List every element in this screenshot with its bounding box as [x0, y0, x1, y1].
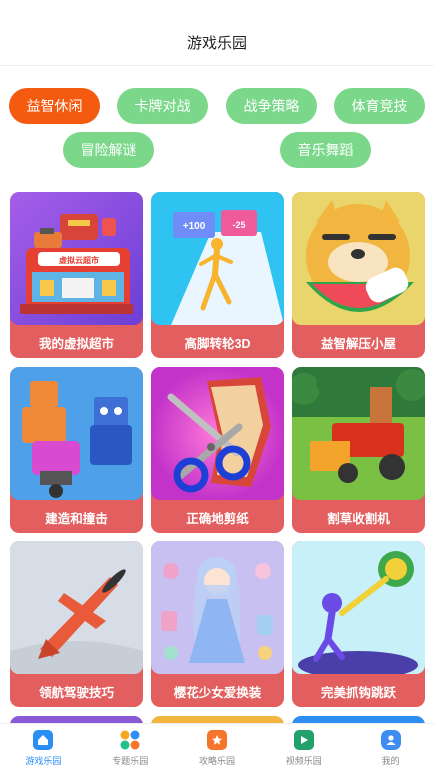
- harvester-icon: [292, 367, 425, 500]
- tab-videos[interactable]: 视频乐园: [260, 724, 347, 773]
- supermarket-sign-text: 虚拟云超市: [59, 255, 99, 265]
- gate-left-text: +100: [183, 221, 206, 232]
- game-title: 建造和撞击: [45, 512, 108, 526]
- game-title: 高脚转轮3D: [184, 337, 251, 351]
- page-title: 游戏乐园: [186, 35, 247, 52]
- dog-watermelon-icon: [292, 192, 425, 325]
- app: 游戏乐园 益智休闲 卡牌对战 战争策略 体育竞技 冒险解谜 音乐舞蹈 虚拟云超市: [0, 0, 434, 773]
- game-card-supermarket[interactable]: 虚拟云超市 我的虚拟超市: [10, 192, 143, 358]
- star-icon: [206, 730, 227, 750]
- play-icon: [293, 730, 314, 750]
- game-card-robots[interactable]: 建造和撞击: [10, 367, 143, 533]
- game-card-runner[interactable]: +100 -25 高脚转轮3D: [151, 192, 284, 358]
- grid-icon: [120, 730, 140, 750]
- tab-topics[interactable]: 专题乐园: [87, 724, 174, 773]
- category-chip-puzzle[interactable]: 益智休闲: [9, 88, 100, 124]
- category-chips: 益智休闲 卡牌对战 战争策略 体育竞技 冒险解谜 音乐舞蹈: [0, 66, 434, 182]
- dress-up-girl-icon: [151, 541, 284, 674]
- game-title: 领航驾驶技巧: [38, 686, 114, 700]
- game-card-grapple[interactable]: 完美抓钩跳跃: [292, 541, 425, 707]
- game-title: 樱花少女爱换装: [173, 686, 262, 700]
- scissors-icon: [151, 367, 284, 500]
- profile-icon: [380, 730, 401, 750]
- category-chip-adventure[interactable]: 冒险解谜: [63, 132, 154, 168]
- game-card-airplane[interactable]: 领航驾驶技巧: [10, 541, 143, 707]
- home-icon: [33, 730, 54, 750]
- tab-guides[interactable]: 攻略乐园: [174, 724, 261, 773]
- tab-game-park[interactable]: 游戏乐园: [0, 724, 87, 773]
- game-title: 完美抓钩跳跃: [320, 686, 396, 700]
- tab-label: 游戏乐园: [25, 756, 62, 766]
- game-title: 我的虚拟超市: [38, 337, 114, 351]
- game-title: 益智解压小屋: [320, 337, 396, 351]
- category-chip-sports[interactable]: 体育竞技: [334, 88, 425, 124]
- tab-label: 我的: [381, 756, 400, 766]
- tab-label: 攻略乐园: [198, 756, 235, 766]
- tab-profile[interactable]: 我的: [347, 724, 434, 773]
- robots-icon: [10, 367, 143, 500]
- header: 游戏乐园: [0, 0, 434, 66]
- bottom-tab-bar: 游戏乐园 专题乐园 攻略乐园 视频乐园 我的: [0, 723, 434, 773]
- game-card-dog[interactable]: 益智解压小屋: [292, 192, 425, 358]
- game-title: 正确地剪纸: [186, 512, 249, 526]
- airplane-icon: [10, 541, 143, 674]
- category-chip-cards[interactable]: 卡牌对战: [117, 88, 208, 124]
- game-card-harvester[interactable]: 割草收割机: [292, 367, 425, 533]
- grapple-hook-icon: [292, 541, 425, 674]
- category-chip-strategy[interactable]: 战争策略: [226, 88, 317, 124]
- tab-label: 视频乐园: [285, 756, 322, 766]
- game-title: 割草收割机: [327, 512, 390, 526]
- gate-right-text: -25: [232, 220, 245, 230]
- supermarket-icon: 虚拟云超市: [10, 192, 143, 325]
- tab-label: 专题乐园: [112, 756, 149, 766]
- game-card-scissors[interactable]: 正确地剪纸: [151, 367, 284, 533]
- runner-icon: +100 -25: [151, 192, 284, 325]
- category-chip-music[interactable]: 音乐舞蹈: [280, 132, 371, 168]
- game-card-dressup[interactable]: 樱花少女爱换装: [151, 541, 284, 707]
